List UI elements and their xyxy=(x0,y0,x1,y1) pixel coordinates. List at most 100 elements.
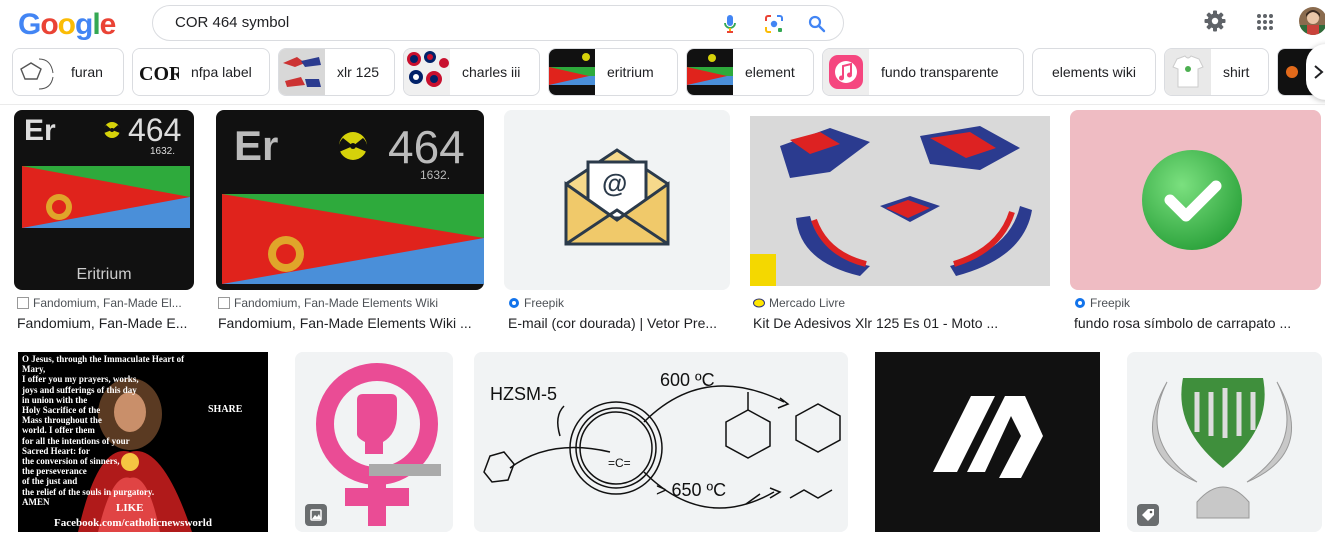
cor-text-thumbnail: COR xyxy=(133,49,179,95)
prayer-line: Mass throughout the xyxy=(22,415,102,426)
result-source[interactable]: Mercado Livre xyxy=(753,296,1053,310)
account-avatar[interactable] xyxy=(1298,5,1325,37)
tag-badge xyxy=(1137,504,1159,526)
chip-fundo-transparente[interactable]: fundo transparente xyxy=(822,48,1024,96)
result-image[interactable]: @ xyxy=(504,110,730,290)
chip-xlr-125[interactable]: xlr 125 xyxy=(278,48,395,96)
settings-gear-icon[interactable] xyxy=(1203,9,1227,33)
logo-letter: G xyxy=(18,8,41,41)
freepik-favicon-icon xyxy=(509,298,519,308)
search-box[interactable] xyxy=(152,5,844,41)
element-mass: 1632. xyxy=(420,168,451,182)
chip-nfpa-label[interactable]: COR nfpa label xyxy=(132,48,270,96)
prayer-line: the relief of the souls in purgatory. xyxy=(22,486,155,497)
chip-shirt[interactable]: shirt xyxy=(1164,48,1269,96)
result-image[interactable] xyxy=(1127,352,1322,532)
result-image[interactable] xyxy=(750,116,1050,286)
chip-element[interactable]: element xyxy=(686,48,814,96)
element-mass: 1632. xyxy=(150,146,176,157)
result-image[interactable] xyxy=(1070,110,1321,290)
result-image[interactable] xyxy=(875,352,1100,532)
google-logo[interactable]: Google xyxy=(18,8,117,42)
prayer-footer: Facebook.com/catholicnewsworld xyxy=(54,517,212,529)
chevron-right-icon xyxy=(1314,65,1324,79)
apps-grid-icon[interactable] xyxy=(1256,13,1274,31)
chip-elements-wiki[interactable]: elements wiki xyxy=(1032,48,1156,96)
image-icon xyxy=(310,509,322,521)
center-label: =C= xyxy=(608,456,631,470)
freepik-favicon-icon xyxy=(1075,298,1085,308)
result-title[interactable]: E-mail (cor dourada) | Vetor Pre... xyxy=(508,315,728,331)
chip-label: eritrium xyxy=(607,64,654,80)
chip-label: furan xyxy=(71,64,103,80)
element-name: Eritrium xyxy=(76,266,132,283)
source-name: Freepik xyxy=(524,296,565,310)
catalyst-label: HZSM-5 xyxy=(490,384,557,404)
mic-icon[interactable] xyxy=(723,14,737,34)
result-image[interactable]: HZSM-5 600 ºC > 650 ºC =C= xyxy=(474,352,848,532)
at-symbol: @ xyxy=(602,168,628,198)
header-divider xyxy=(0,104,1325,105)
prayer-line: Holy Sacrifice of the xyxy=(22,405,101,416)
result-title[interactable]: Fandomium, Fan-Made E... xyxy=(17,315,197,331)
chip-label: elements wiki xyxy=(1051,64,1137,80)
prayer-line: Sacred Heart: for xyxy=(22,445,90,456)
logo-letter: l xyxy=(92,8,100,41)
black-geometric-logo-image xyxy=(875,352,1100,532)
chip-furan[interactable]: furan xyxy=(12,48,124,96)
result-image[interactable] xyxy=(295,352,453,532)
result-image[interactable]: Er 464 1632. Eritrium xyxy=(14,110,194,290)
shirt-thumbnail xyxy=(1165,49,1211,95)
fandom-favicon-icon xyxy=(218,297,230,309)
chips-next-button[interactable] xyxy=(1306,44,1325,100)
element-thumbnail xyxy=(687,49,733,95)
fandom-favicon-icon xyxy=(17,297,29,309)
email-envelope-image xyxy=(504,110,730,290)
element-symbol: Er xyxy=(234,122,279,169)
furan-structure-thumbnail xyxy=(13,49,59,95)
search-input[interactable] xyxy=(173,13,697,32)
prayer-line: in union with the xyxy=(22,394,88,405)
result-source[interactable]: Freepik xyxy=(1074,296,1324,310)
prayer-line: O Jesus, through the Immaculate Heart of… xyxy=(22,354,185,375)
prayer-line: world. I offer them xyxy=(22,425,95,436)
prayer-share: SHARE xyxy=(208,404,243,415)
prayer-line: joys and sufferings of this day xyxy=(22,384,137,395)
prayer-line: the perseverance xyxy=(22,466,87,477)
chip-charles-iii[interactable]: charles iii xyxy=(403,48,540,96)
lens-icon[interactable] xyxy=(764,14,784,34)
chip-label: charles iii xyxy=(462,64,521,80)
chip-eritrium[interactable]: eritrium xyxy=(548,48,678,96)
source-name: Mercado Livre xyxy=(769,296,846,310)
search-icon[interactable] xyxy=(808,15,826,33)
result-title[interactable]: fundo rosa símbolo de carrapato ... xyxy=(1074,315,1324,331)
logo-letter: e xyxy=(99,8,117,41)
image-badge xyxy=(305,504,327,526)
xlr-decal-kit-image xyxy=(750,116,1050,286)
chip-label: shirt xyxy=(1223,64,1250,80)
chip-label: element xyxy=(745,64,795,80)
prayer-line: AMEN xyxy=(22,496,50,507)
result-source[interactable]: Freepik xyxy=(508,296,728,310)
music-app-thumbnail xyxy=(823,49,869,95)
union-flags-thumbnail xyxy=(404,49,450,95)
temp-label-1: 600 ºC xyxy=(660,370,715,390)
green-check-pink-image xyxy=(1070,110,1321,290)
element-symbol: Er xyxy=(24,114,56,147)
decal-thumbnail xyxy=(279,49,325,95)
result-image[interactable]: O Jesus, through the Immaculate Heart of… xyxy=(18,352,268,532)
element-number: 464 xyxy=(388,121,465,173)
prayer-line: I offer you my prayers, works, xyxy=(22,374,139,385)
result-title[interactable]: Fandomium, Fan-Made Elements Wiki ... xyxy=(218,315,486,331)
result-source[interactable]: Fandomium, Fan-Made Elements Wiki xyxy=(218,296,486,310)
logo-letter: g xyxy=(75,8,93,41)
prayer-line: the conversion of sinners, xyxy=(22,456,120,467)
chip-label: nfpa label xyxy=(191,64,252,80)
result-image[interactable]: Er 464 1632. xyxy=(216,110,484,290)
logo-letter: o xyxy=(57,8,76,41)
source-name: Fandomium, Fan-Made El... xyxy=(33,296,182,310)
prayer-like: LIKE xyxy=(116,502,144,514)
result-title[interactable]: Kit De Adesivos Xlr 125 Es 01 - Moto ... xyxy=(753,315,1053,331)
result-source[interactable]: Fandomium, Fan-Made El... xyxy=(17,296,197,310)
prayer-line: of the just and xyxy=(22,476,78,487)
